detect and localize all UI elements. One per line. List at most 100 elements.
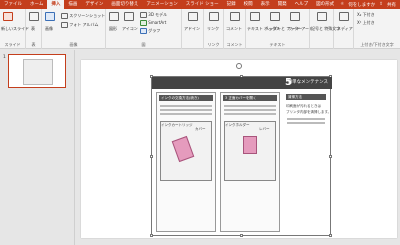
symbols-button[interactable] — [317, 12, 327, 21]
table-button[interactable] — [29, 12, 39, 21]
slide-number: 1 — [3, 55, 6, 60]
icons-button[interactable] — [124, 12, 134, 21]
shapes-icon — [109, 12, 119, 21]
right-text-2: プリンタ内部を清掃します。 — [286, 110, 332, 114]
group-text: テキスト ボックス ヘッダーと フッター ワード アート テキスト — [246, 9, 313, 49]
group-links-label: リンク — [207, 42, 220, 47]
tab-draw[interactable]: 描画 — [64, 0, 81, 9]
middle-column-header: 3 正面カバーを開く — [223, 95, 277, 101]
selected-picture[interactable]: 5 簡単なメンテナンス インクの交換方法(続き) インクカートリッジ カバー 3… — [150, 75, 332, 237]
slide-canvas[interactable]: 5 簡単なメンテナンス インクの交換方法(続き) インクカートリッジ カバー 3… — [81, 60, 397, 238]
photo-album-button[interactable]: フォト アルバム — [61, 22, 99, 28]
link-label: リンク — [207, 26, 219, 31]
group-comments-label: コメント — [226, 42, 243, 47]
group-subsup: X₂ 下付き X² 上付き 上付き/下付き文字 — [354, 9, 400, 49]
document-column-left: インクの交換方法(続き) インクカートリッジ カバー — [156, 92, 216, 232]
icons-icon — [124, 12, 134, 21]
ribbon: 新しいスライド スライド 表 表 画像 スクリーンショット フォト アルバム 画… — [0, 9, 400, 49]
addins-button[interactable] — [188, 12, 198, 21]
tab-design[interactable]: デザイン — [81, 0, 107, 9]
resize-handle-e[interactable] — [329, 155, 332, 158]
tab-review[interactable]: 校閲 — [240, 0, 257, 9]
slide-thumbnail-1[interactable] — [8, 54, 66, 88]
share-button[interactable]: 共有 — [387, 2, 396, 8]
resize-handle-se[interactable] — [329, 234, 332, 237]
tab-view[interactable]: 表示 — [257, 0, 274, 9]
document-header: 5 簡単なメンテナンス — [152, 77, 332, 89]
group-illustrations: 図形 アイコン 3D モデル SmartArt グラフ 図 — [106, 9, 182, 49]
subscript-button[interactable]: X₂ 下付き — [357, 12, 375, 18]
group-images: 画像 スクリーンショット フォト アルバム 画像 — [42, 9, 106, 49]
group-symbols: 記号と 特殊文字 — [310, 9, 340, 49]
comment-button[interactable] — [230, 12, 240, 21]
screenshot-icon — [61, 13, 68, 19]
chart-icon — [140, 28, 147, 34]
resize-handle-s[interactable] — [240, 234, 243, 237]
label-cover: カバー — [195, 127, 206, 131]
text-line — [224, 109, 276, 111]
images-button[interactable] — [45, 12, 55, 21]
text-line — [160, 109, 212, 111]
tab-home[interactable]: ホーム — [26, 0, 47, 9]
comment-label: コメント — [226, 26, 242, 31]
header-footer-button[interactable] — [270, 12, 280, 21]
tab-file[interactable]: ファイル — [0, 0, 26, 9]
screenshot-button[interactable]: スクリーンショット — [61, 13, 105, 19]
subscript-icon: X₂ — [357, 12, 362, 17]
label-ink-cartridge: インクカートリッジ — [161, 123, 193, 127]
omega-icon — [317, 12, 327, 21]
shapes-button[interactable] — [109, 12, 119, 21]
table-icon — [29, 12, 39, 21]
tab-slideshow[interactable]: スライド ショー — [182, 0, 223, 9]
photo-album-icon — [61, 22, 68, 28]
superscript-icon: X² — [357, 20, 362, 25]
label-lever: レバー — [259, 127, 270, 131]
tab-insert[interactable]: 挿入 — [47, 0, 65, 9]
cube-icon — [140, 12, 147, 18]
picture-icon — [45, 12, 55, 21]
addins-label: アドイン — [184, 26, 200, 31]
rotate-handle[interactable] — [236, 63, 242, 69]
chart-button[interactable]: グラフ — [140, 28, 160, 34]
icons-label: アイコン — [122, 26, 138, 31]
text-line — [224, 105, 276, 107]
tab-record[interactable]: 記録 — [223, 0, 240, 9]
3d-models-button[interactable]: 3D モデル — [140, 12, 167, 18]
addins-icon — [188, 12, 198, 21]
comment-icon — [230, 12, 240, 21]
media-button[interactable] — [339, 12, 349, 21]
new-slide-button[interactable] — [3, 12, 13, 21]
text-line — [160, 113, 212, 115]
group-tables-label: 表 — [31, 42, 36, 47]
ink-cartridge-illustration — [171, 135, 195, 163]
slide-thumbnail-pane: 1 — [0, 50, 75, 245]
wordart-button[interactable] — [290, 12, 300, 21]
share-icon: ⇪ — [379, 2, 383, 7]
textbox-button[interactable] — [250, 12, 260, 21]
tab-developer[interactable]: 開発 — [274, 0, 291, 9]
slide-editor: 5 簡単なメンテナンス インクの交換方法(続き) インクカートリッジ カバー 3… — [76, 50, 400, 245]
speaker-icon — [339, 12, 349, 21]
tell-me-box[interactable]: 何をしますか — [348, 2, 375, 8]
resize-handle-sw[interactable] — [150, 234, 153, 237]
media-label: メディア — [337, 26, 353, 31]
group-tables: 表 表 — [26, 9, 42, 49]
left-column-header: インクの交換方法(続き) — [159, 95, 213, 101]
smartart-button[interactable]: SmartArt — [140, 20, 166, 26]
images-label: 画像 — [45, 26, 53, 31]
group-images-label: 画像 — [69, 42, 78, 47]
link-button[interactable] — [209, 12, 219, 21]
tab-transitions[interactable]: 画面切り替え — [107, 0, 142, 9]
tab-help[interactable]: ヘルプ — [291, 0, 313, 9]
tab-picture-format[interactable]: 図の形式 — [312, 0, 338, 9]
document-column-middle: 3 正面カバーを開く インクホルダー レバー — [220, 92, 280, 232]
resize-handle-w[interactable] — [150, 155, 153, 158]
tab-animations[interactable]: アニメーション — [142, 0, 181, 9]
group-media: メディア — [334, 9, 354, 49]
new-slide-icon — [3, 12, 13, 21]
text-line — [160, 105, 212, 107]
superscript-button[interactable]: X² 上付き — [357, 20, 375, 26]
group-comments: コメント コメント — [224, 9, 246, 49]
header-footer-icon — [270, 12, 280, 21]
document-title: 簡単なメンテナンス — [287, 80, 328, 85]
